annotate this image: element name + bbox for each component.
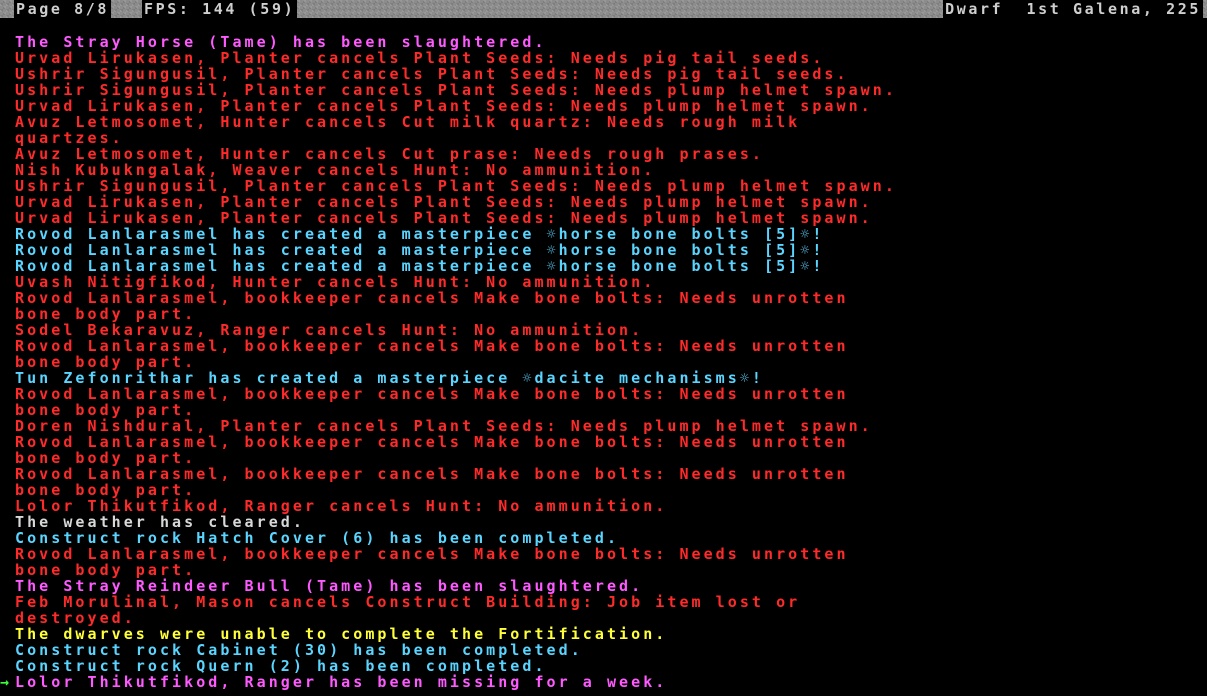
log-line: Nish Kubukngalak, Weaver cancels Hunt: N… (15, 162, 656, 178)
log-line: Construct rock Hatch Cover (6) has been … (15, 530, 620, 546)
log-line: Urvad Lirukasen, Planter cancels Plant S… (15, 50, 825, 66)
log-line: The dwarves were unable to complete the … (15, 626, 668, 642)
log-line: Avuz Letmosomet, Hunter cancels Cut pras… (15, 146, 765, 162)
log-line: The weather has cleared. (15, 514, 305, 530)
fps-counter: FPS: 144 (59) (142, 0, 298, 18)
log-line: Sodel Bekaravuz, Ranger cancels Hunt: No… (15, 322, 644, 338)
log-line: Rovod Lanlarasmel, bookkeeper cancels Ma… (15, 290, 849, 306)
page-indicator: Page 8/8 (14, 0, 112, 18)
log-line: Construct rock Quern (2) has been comple… (15, 658, 547, 674)
log-line: Ushrir Sigungusil, Planter cancels Plant… (15, 66, 849, 82)
log-line: Uvash Nitigfikod, Hunter cancels Hunt: N… (15, 274, 656, 290)
log-line: Tun Zefonrithar has created a masterpiec… (15, 370, 765, 386)
announcement-log[interactable]: The Stray Horse (Tame) has been slaughte… (15, 34, 1205, 690)
log-line: Rovod Lanlarasmel, bookkeeper cancels Ma… (15, 338, 849, 354)
log-line: quartzes. (15, 130, 124, 146)
log-line: bone body part. (15, 402, 197, 418)
log-line: Rovod Lanlarasmel, bookkeeper cancels Ma… (15, 466, 849, 482)
log-line: Rovod Lanlarasmel has created a masterpi… (15, 258, 825, 274)
log-line: Urvad Lirukasen, Planter cancels Plant S… (15, 210, 873, 226)
log-line: destroyed. (15, 610, 136, 626)
log-line: Rovod Lanlarasmel, bookkeeper cancels Ma… (15, 386, 849, 402)
selection-arrow-icon: → (0, 673, 10, 691)
log-line: Ushrir Sigungusil, Planter cancels Plant… (15, 82, 897, 98)
log-line: bone body part. (15, 562, 197, 578)
log-line: bone body part. (15, 450, 197, 466)
log-line: The Stray Reindeer Bull (Tame) has been … (15, 578, 644, 594)
log-line: Avuz Letmosomet, Hunter cancels Cut milk… (15, 114, 801, 130)
log-line: Doren Nishdural, Planter cancels Plant S… (15, 418, 873, 434)
log-line: Lolor Thikutfikod, Ranger has been missi… (15, 674, 668, 690)
log-line: The Stray Horse (Tame) has been slaughte… (15, 34, 547, 50)
log-line: Urvad Lirukasen, Planter cancels Plant S… (15, 194, 873, 210)
log-line: bone body part. (15, 482, 197, 498)
log-line: Construct rock Cabinet (30) has been com… (15, 642, 583, 658)
mode-date-indicator: Dwarf 1st Galena, 225 (943, 0, 1203, 18)
log-line: Rovod Lanlarasmel, bookkeeper cancels Ma… (15, 546, 849, 562)
log-line: Rovod Lanlarasmel has created a masterpi… (15, 226, 825, 242)
log-line: Ushrir Sigungusil, Planter cancels Plant… (15, 178, 897, 194)
log-line: bone body part. (15, 354, 197, 370)
log-line: Urvad Lirukasen, Planter cancels Plant S… (15, 98, 873, 114)
log-line: Lolor Thikutfikod, Ranger cancels Hunt: … (15, 498, 668, 514)
log-line: Rovod Lanlarasmel, bookkeeper cancels Ma… (15, 434, 849, 450)
log-line: bone body part. (15, 306, 197, 322)
status-bar: Page 8/8 FPS: 144 (59) Dwarf 1st Galena,… (0, 0, 1207, 18)
log-line: Feb Morulinal, Mason cancels Construct B… (15, 594, 801, 610)
log-line: Rovod Lanlarasmel has created a masterpi… (15, 242, 825, 258)
